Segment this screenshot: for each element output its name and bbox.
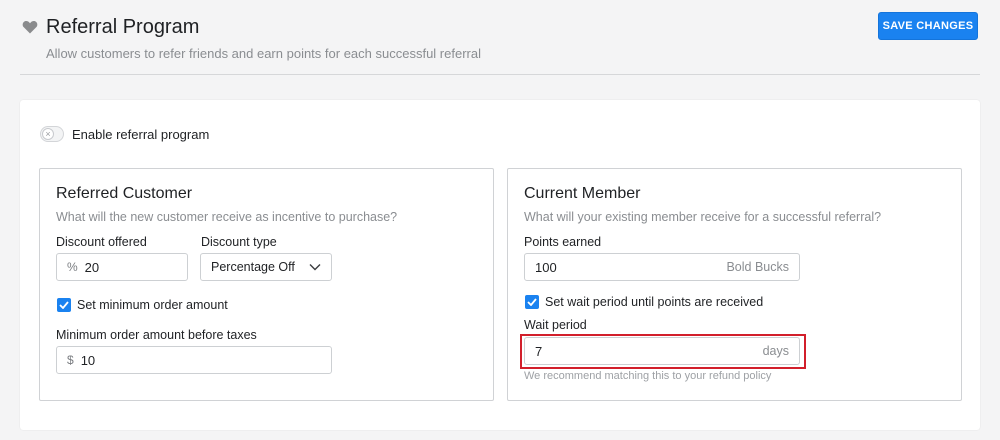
discount-offered-value: 20 [84, 259, 100, 275]
wait-period-checkbox[interactable] [525, 295, 539, 309]
wait-period-highlight [520, 334, 806, 369]
points-earned-input[interactable]: 100 Bold Bucks [524, 253, 800, 281]
checkmark-icon [527, 298, 537, 306]
page-title: Referral Program [46, 16, 200, 38]
discount-type-select[interactable]: Percentage Off [200, 253, 332, 281]
percent-prefix: % [67, 260, 78, 274]
min-order-label: Minimum order amount before taxes [56, 328, 257, 342]
min-order-checkbox-label: Set minimum order amount [77, 298, 228, 312]
save-changes-button[interactable]: SAVE CHANGES [878, 12, 978, 40]
referred-customer-description: What will the new customer receive as in… [56, 210, 398, 224]
wait-period-help-text: We recommend matching this to your refun… [524, 370, 772, 382]
wait-period-label: Wait period [524, 318, 587, 332]
min-order-value: 10 [80, 352, 96, 368]
header-divider [20, 74, 980, 75]
dollar-prefix: $ [67, 353, 74, 367]
wait-period-checkbox-label: Set wait period until points are receive… [545, 295, 764, 309]
min-order-input[interactable]: $ 10 [56, 346, 332, 374]
enable-referral-toggle[interactable]: × [40, 126, 64, 142]
min-order-checkbox[interactable] [57, 298, 71, 312]
discount-type-value: Percentage Off [211, 260, 295, 274]
points-suffix: Bold Bucks [726, 260, 789, 274]
discount-offered-input[interactable]: % 20 [56, 253, 188, 281]
referred-customer-title: Referred Customer [56, 185, 193, 202]
page-header: Referral Program Allow customers to refe… [0, 0, 1000, 76]
points-earned-value: 100 [535, 259, 557, 275]
heart-icon [22, 20, 38, 34]
discount-offered-label: Discount offered [56, 235, 147, 249]
referred-customer-panel: Referred Customer What will the new cust… [39, 168, 494, 401]
toggle-off-icon: × [42, 128, 54, 140]
current-member-description: What will your existing member receive f… [524, 210, 882, 224]
chevron-down-icon [309, 264, 321, 271]
checkmark-icon [59, 301, 69, 309]
page-subtitle: Allow customers to refer friends and ear… [46, 46, 481, 61]
enable-referral-label: Enable referral program [72, 127, 210, 142]
points-earned-label: Points earned [524, 235, 602, 249]
discount-type-label: Discount type [201, 235, 277, 249]
current-member-title: Current Member [524, 185, 641, 202]
